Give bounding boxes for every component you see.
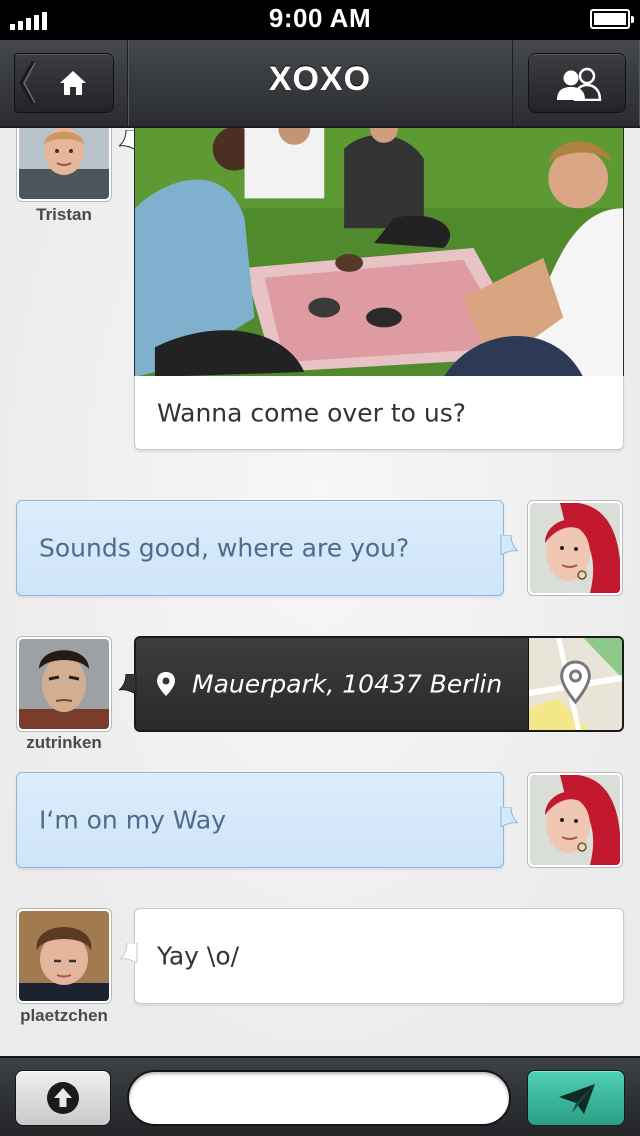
avatar-me[interactable] bbox=[527, 772, 623, 868]
send-button[interactable] bbox=[527, 1070, 625, 1126]
location-message-bubble[interactable]: Mauerpark, 10437 Berlin bbox=[134, 636, 624, 732]
avatar-zutrinken[interactable] bbox=[16, 636, 112, 732]
location-pin-icon bbox=[157, 672, 175, 696]
composer-toolbar bbox=[0, 1056, 640, 1136]
avatar-image bbox=[530, 503, 620, 593]
outgoing-message-bubble[interactable]: Sounds good, where are you? bbox=[16, 500, 518, 596]
avatar-me[interactable] bbox=[527, 500, 623, 596]
home-icon bbox=[60, 71, 86, 95]
avatar-image bbox=[19, 911, 109, 1001]
avatar-tristan[interactable] bbox=[16, 128, 112, 202]
sender-name: zutrinken bbox=[26, 733, 102, 752]
chevron-left-icon bbox=[19, 60, 37, 106]
paper-plane-icon bbox=[559, 1084, 595, 1114]
status-bar: 9:00 AM bbox=[0, 0, 640, 40]
map-thumbnail[interactable] bbox=[528, 638, 622, 730]
bubble-tail bbox=[120, 943, 138, 963]
status-time: 9:00 AM bbox=[268, 3, 372, 33]
sender-name: Tristan bbox=[36, 205, 92, 224]
location-address: Mauerpark, 10437 Berlin bbox=[192, 669, 503, 699]
message-input[interactable] bbox=[127, 1070, 511, 1126]
picnic-photo-image bbox=[135, 128, 623, 377]
bubble-tail bbox=[500, 535, 518, 555]
photo-message[interactable]: Wanna come over to us? bbox=[119, 128, 624, 518]
back-home-button[interactable] bbox=[14, 53, 114, 113]
nav-left-section bbox=[0, 40, 128, 126]
conversation-title: XOXO bbox=[268, 60, 372, 98]
battery-icon bbox=[590, 9, 634, 29]
avatar-image bbox=[530, 775, 620, 865]
avatar-image bbox=[19, 639, 109, 729]
avatar-plaetzchen[interactable] bbox=[16, 908, 112, 1004]
bubble-tail bbox=[500, 807, 518, 827]
sender-name: plaetzchen bbox=[20, 1006, 108, 1025]
nav-right-section bbox=[512, 40, 640, 126]
upload-arrow-icon bbox=[47, 1082, 79, 1114]
map-icon bbox=[529, 638, 622, 730]
message-text: Wanna come over to us? bbox=[157, 398, 466, 427]
group-icon bbox=[557, 67, 602, 101]
shared-photo[interactable] bbox=[134, 128, 624, 378]
message-text: Sounds good, where are you? bbox=[39, 533, 410, 563]
message-text: Yay \o/ bbox=[157, 941, 240, 971]
photo-caption: Wanna come over to us? bbox=[134, 376, 624, 450]
bubble-tail bbox=[119, 674, 137, 694]
attach-button[interactable] bbox=[15, 1070, 111, 1126]
chat-area[interactable]: Tristan Wanna come over to us? Sounds go… bbox=[0, 128, 640, 1056]
incoming-message-bubble[interactable]: Yay \o/ bbox=[120, 908, 624, 1004]
message-text: I‘m on my Way bbox=[39, 805, 227, 835]
nav-bar: XOXO bbox=[0, 40, 640, 128]
avatar-image bbox=[19, 128, 109, 199]
participants-button[interactable] bbox=[528, 53, 626, 113]
outgoing-message-bubble[interactable]: I‘m on my Way bbox=[16, 772, 518, 868]
